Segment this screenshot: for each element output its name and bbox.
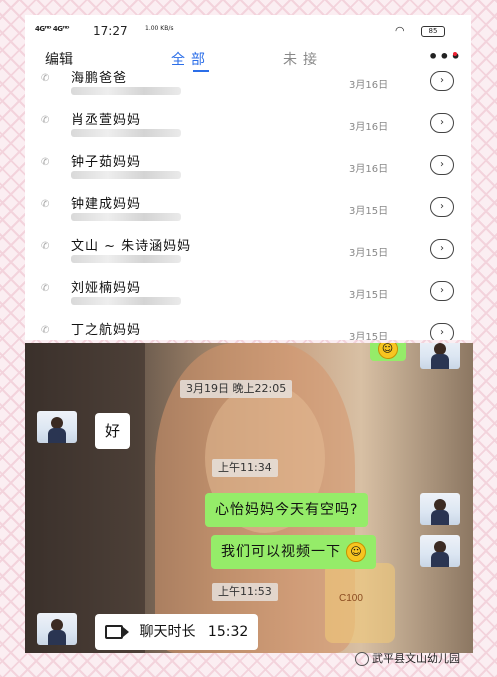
caller-name: 刘娅楠妈妈 <box>71 281 142 296</box>
chat-timestamp: 上午11:34 <box>212 459 278 477</box>
phone-icon: ✆ <box>41 283 50 294</box>
battery-indicator: 85 <box>421 26 445 37</box>
phone-icon: ✆ <box>41 157 50 168</box>
caller-name: 钟建成妈妈 <box>71 197 142 212</box>
caller-number-blurred <box>71 171 181 179</box>
caller-name: 肖丞萱妈妈 <box>71 113 142 128</box>
call-detail-button[interactable]: › <box>430 323 454 340</box>
avatar-contact[interactable] <box>37 613 77 645</box>
grin-emoji-icon: ☺ <box>378 343 398 359</box>
call-detail-button[interactable]: › <box>430 197 454 217</box>
background-photo-shadow <box>25 343 145 653</box>
watermark-text: 武平县文山幼儿园 <box>372 652 460 665</box>
caller-number-blurred <box>71 87 181 95</box>
chat-bubble-outgoing[interactable]: ☺ <box>370 343 406 361</box>
caller-number-blurred <box>71 213 181 221</box>
call-item[interactable]: ✆ 海鹏爸爸 3月16日 › <box>25 63 471 105</box>
phone-icon: ✆ <box>41 325 50 336</box>
caller-name: 丁之航妈妈 <box>71 323 142 338</box>
call-duration: 15:32 <box>207 624 249 640</box>
call-item[interactable]: ✆ 丁之航妈妈 3月15日 › <box>25 315 471 340</box>
video-call-record-bubble[interactable]: 聊天时长 15:32 <box>95 614 259 650</box>
call-list: ✆ 海鹏爸爸 3月16日 › ✆ 肖丞萱妈妈 3月16日 › ✆ 钟子茹妈妈 3… <box>25 63 471 340</box>
chat-bubble-outgoing[interactable]: 心怡妈妈今天有空吗? <box>205 493 369 527</box>
call-item[interactable]: ✆ 刘娅楠妈妈 3月15日 › <box>25 273 471 315</box>
call-date: 3月16日 <box>349 122 389 133</box>
avatar-self[interactable] <box>420 493 460 525</box>
call-date: 3月16日 <box>349 80 389 91</box>
caller-number-blurred <box>71 255 181 263</box>
status-time: 17:27 <box>93 24 128 38</box>
call-detail-button[interactable]: › <box>430 239 454 259</box>
background-photo-sign: C100 <box>325 563 395 643</box>
video-call-icon <box>105 625 129 639</box>
chat-bubble-incoming[interactable]: 好 <box>95 413 131 449</box>
wechat-account-icon <box>355 652 369 666</box>
call-detail-button[interactable]: › <box>430 155 454 175</box>
call-item[interactable]: ✆ 文山 ~ 朱诗涵妈妈 3月15日 › <box>25 231 471 273</box>
call-detail-button[interactable]: › <box>430 71 454 91</box>
call-date: 3月15日 <box>349 248 389 259</box>
grin-emoji-icon: ☺ <box>346 542 367 562</box>
sign-text: C100 <box>339 593 363 604</box>
chat-screen: C100 ☺ 3月19日 晚上22:05 好 上午11:34 心怡妈妈今天有空吗… <box>25 343 473 653</box>
call-item[interactable]: ✆ 钟子茹妈妈 3月16日 › <box>25 147 471 189</box>
phone-icon: ✆ <box>41 241 50 252</box>
phone-icon: ✆ <box>41 199 50 210</box>
call-duration-label: 聊天时长 <box>139 624 196 640</box>
caller-number-blurred <box>71 129 181 137</box>
caller-name: 海鹏爸爸 <box>71 71 128 86</box>
caller-name: 文山 ~ 朱诗涵妈妈 <box>71 239 192 254</box>
call-date: 3月15日 <box>349 206 389 217</box>
chat-timestamp: 上午11:53 <box>212 583 278 601</box>
call-log-screen: 4Gᴴᴰ 4Gᴴᴰ 17:27 1.00 KB/s ◠ 85 编辑 全部 未接 … <box>25 15 471 340</box>
status-bar: 4Gᴴᴰ 4Gᴴᴰ 17:27 1.00 KB/s ◠ 85 <box>25 15 471 47</box>
signal-indicator: 4Gᴴᴰ 4Gᴴᴰ <box>35 25 69 33</box>
chat-bubble-outgoing[interactable]: 我们可以视频一下 ☺ <box>211 535 377 569</box>
wifi-icon: ◠ <box>395 24 405 37</box>
caller-name: 钟子茹妈妈 <box>71 155 142 170</box>
phone-icon: ✆ <box>41 115 50 126</box>
call-item[interactable]: ✆ 钟建成妈妈 3月15日 › <box>25 189 471 231</box>
call-detail-button[interactable]: › <box>430 281 454 301</box>
call-date: 3月15日 <box>349 290 389 301</box>
phone-icon: ✆ <box>41 73 50 84</box>
caller-number-blurred <box>71 297 181 305</box>
call-date: 3月16日 <box>349 164 389 175</box>
network-speed: 1.00 KB/s <box>145 25 174 32</box>
call-date: 3月15日 <box>349 332 389 340</box>
chat-timestamp: 3月19日 晚上22:05 <box>180 380 293 398</box>
message-text: 我们可以视频一下 <box>221 544 341 560</box>
avatar-self[interactable] <box>420 343 460 369</box>
avatar-self[interactable] <box>420 535 460 567</box>
call-detail-button[interactable]: › <box>430 113 454 133</box>
avatar-contact[interactable] <box>37 411 77 443</box>
notification-dot <box>453 52 457 56</box>
account-watermark: 武平县文山幼儿园 <box>355 650 460 666</box>
call-item[interactable]: ✆ 肖丞萱妈妈 3月16日 › <box>25 105 471 147</box>
